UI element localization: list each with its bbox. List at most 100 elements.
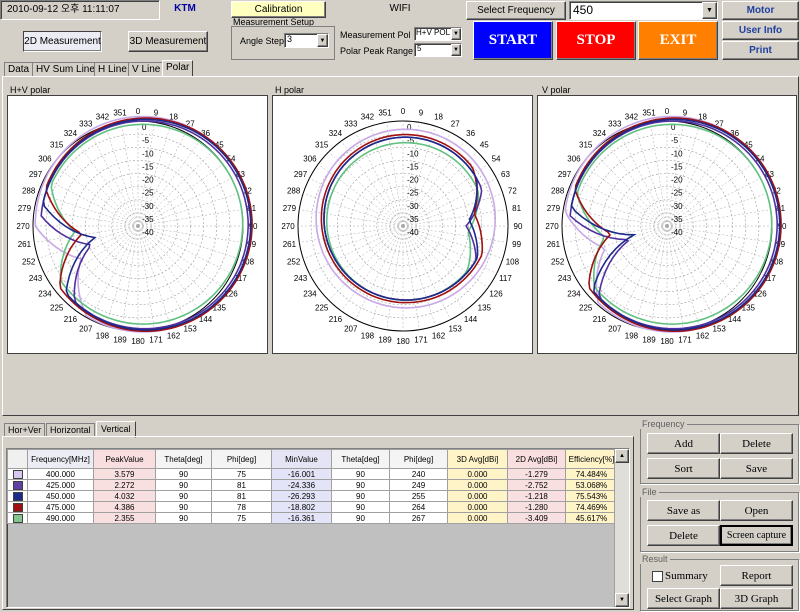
table-scrollbar[interactable]: ▲ ▼: [614, 449, 629, 607]
start-button[interactable]: START: [473, 21, 553, 60]
frequency-group-label: Frequency: [640, 419, 687, 429]
chevron-down-icon[interactable]: ▼: [451, 44, 461, 56]
angle-tick-label: 252: [22, 258, 36, 267]
angle-step-value: 3: [287, 34, 293, 44]
table-cell: 81: [211, 479, 272, 491]
series-color-swatch[interactable]: [7, 490, 28, 502]
3d-measurement-button[interactable]: 3D Measurement: [128, 31, 208, 52]
tab-data[interactable]: Data: [4, 62, 34, 77]
polar-plot-v: 0 9 18 27 36 45 54 63 72 81 90 99 108 117 126 135 144 153…: [537, 95, 797, 354]
polar-spoke: [402, 225, 436, 326]
user-info-button[interactable]: User Info: [722, 21, 799, 40]
polar-spoke: [581, 164, 668, 227]
tab-v-line[interactable]: V Line: [128, 62, 165, 77]
chevron-down-icon[interactable]: ▼: [317, 34, 328, 47]
angle-tick-label: 108: [506, 258, 520, 267]
radial-tick-label: -10: [671, 149, 683, 158]
table-row[interactable]: 475.000 4.386 90 78 -18.802 90 264 0.000 -1.280 7…: [7, 501, 618, 513]
series-color-swatch[interactable]: [7, 512, 28, 524]
open-button[interactable]: Open: [720, 500, 793, 521]
add-button[interactable]: Add: [647, 433, 720, 454]
measurement-pol-dropdown[interactable]: H+V POL ▼: [414, 27, 462, 41]
tab-polar[interactable]: Polar: [162, 60, 194, 77]
table-cell: 75: [211, 512, 272, 524]
angle-tick-label: 162: [167, 331, 181, 340]
angle-tick-label: 189: [378, 336, 392, 345]
series-color-swatch[interactable]: [7, 468, 28, 480]
table-cell: -16.001: [271, 468, 332, 480]
3d-graph-button[interactable]: 3D Graph: [720, 588, 793, 609]
motor-button[interactable]: Motor: [722, 1, 799, 20]
bottom-tab-hor-ver[interactable]: Hor+Ver: [4, 423, 46, 437]
table-cell: 267: [389, 512, 448, 524]
bottom-tab-horizontal[interactable]: Horizontal: [46, 423, 95, 437]
sort-button[interactable]: Sort: [647, 458, 720, 479]
chevron-down-icon[interactable]: ▼: [702, 2, 717, 19]
polar-trace: [323, 136, 479, 301]
delete-frequency-button[interactable]: Delete: [720, 433, 793, 454]
polar-spoke: [370, 126, 404, 227]
tab-hv-sum-line[interactable]: HV Sum Line: [32, 62, 99, 77]
measurement-pol-label: Measurement Pol: [340, 30, 411, 40]
scroll-up-icon[interactable]: ▲: [615, 449, 629, 463]
color-swatch-icon: [12, 502, 23, 512]
select-frequency-dropdown[interactable]: 450 ▼: [569, 1, 718, 20]
select-graph-button[interactable]: Select Graph: [647, 588, 720, 609]
stop-button[interactable]: STOP: [556, 21, 636, 60]
screen-capture-button[interactable]: Screen capture: [720, 525, 793, 546]
table-cell: 81: [211, 490, 272, 502]
table-cell: 255: [389, 490, 448, 502]
print-button[interactable]: Print: [722, 41, 799, 60]
report-button[interactable]: Report: [720, 565, 793, 586]
result-group-label: Result: [640, 554, 670, 564]
polar-peak-range-dropdown[interactable]: 5 ▼: [414, 43, 462, 57]
2d-measurement-button[interactable]: 2D Measurement: [23, 31, 102, 52]
angle-tick-label: 99: [512, 240, 521, 249]
table-cell: 0.000: [447, 490, 508, 502]
exit-button[interactable]: EXIT: [638, 21, 718, 60]
angle-tick-label: 180: [131, 337, 145, 346]
angle-tick-label: 198: [361, 331, 375, 340]
tab-h-line[interactable]: H Line: [94, 62, 131, 77]
angle-tick-label: 342: [625, 113, 639, 122]
table-header-cell: MinValue: [271, 449, 332, 469]
angle-tick-label: 279: [283, 204, 297, 213]
angle-tick-label: 72: [508, 186, 517, 195]
save-button[interactable]: Save: [720, 458, 793, 479]
angle-tick-label: 315: [50, 141, 64, 150]
table-cell: -1.218: [507, 490, 566, 502]
polar-spoke: [38, 225, 139, 259]
series-color-swatch[interactable]: [7, 501, 28, 513]
angle-tick-label: 117: [499, 274, 512, 283]
calibration-button[interactable]: Calibration: [231, 1, 326, 18]
scroll-down-icon[interactable]: ▼: [615, 593, 629, 607]
table-row[interactable]: 490.000 2.355 90 75 -16.361 90 267 0.000 -3.409 4…: [7, 512, 618, 524]
save-as-button[interactable]: Save as: [647, 500, 720, 521]
table-row[interactable]: 400.000 3.579 90 75 -16.001 90 240 0.000 -1.279 7…: [7, 468, 618, 480]
table-header-cell: Frequency[MHz]: [27, 449, 94, 469]
angle-tick-label: 135: [478, 303, 492, 312]
angle-tick-label: 144: [464, 315, 478, 324]
angle-tick-label: 27: [451, 120, 460, 129]
plot-title-hv: H+V polar: [10, 85, 51, 95]
table-row[interactable]: 450.000 4.032 90 81 -26.293 90 255 0.000 -1.218 7…: [7, 490, 618, 502]
chevron-down-icon[interactable]: ▼: [451, 28, 461, 40]
delete-file-button[interactable]: Delete: [647, 525, 720, 546]
table-header-cell: 2D Avg[dBi]: [507, 449, 566, 469]
summary-checkbox[interactable]: [652, 571, 663, 582]
polar-spoke: [592, 151, 668, 227]
angle-step-dropdown[interactable]: 3 ▼: [284, 33, 329, 48]
polar-spoke: [634, 126, 668, 227]
table-cell: 2.272: [93, 479, 156, 491]
table-row[interactable]: 425.000 2.272 90 81 -24.336 90 249 0.000 -2.752 5…: [7, 479, 618, 491]
series-color-swatch[interactable]: [7, 479, 28, 491]
table-header-cell: Efficiency[%]: [565, 449, 618, 469]
table-cell: 75: [211, 468, 272, 480]
table-cell: 4.032: [93, 490, 156, 502]
polar-spoke: [355, 225, 404, 320]
radial-tick-label: -10: [407, 149, 419, 158]
polar-plot-hv: 0 9 18 27 36 45 54 63 72 81 90 99 108 117 126 135 144 153…: [7, 95, 268, 354]
radial-tick-label: -10: [142, 149, 154, 158]
table-cell: 249: [389, 479, 448, 491]
radial-tick-label: -35: [142, 215, 154, 224]
